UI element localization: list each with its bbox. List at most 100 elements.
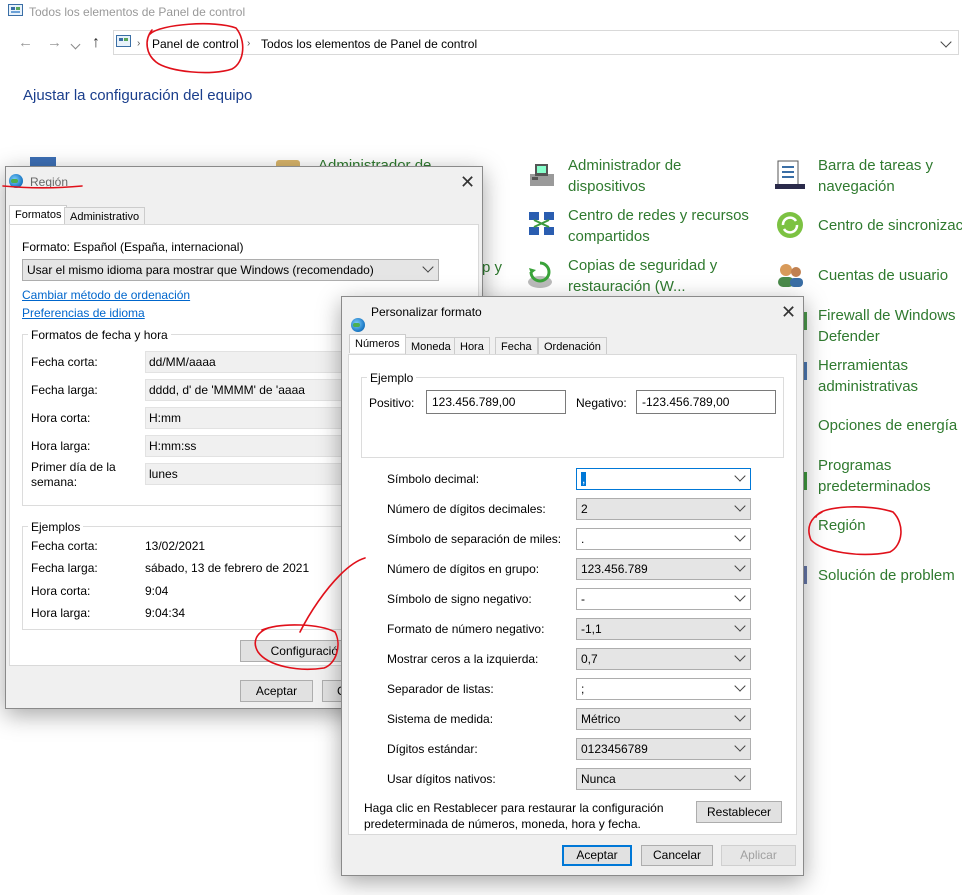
decimal-symbol-combo[interactable]: , — [576, 468, 751, 490]
label-line: Primer día de la — [31, 460, 116, 474]
sync-center-icon — [775, 210, 805, 240]
window-title: Todos los elementos de Panel de control — [29, 5, 246, 19]
control-panel-icon — [8, 4, 23, 17]
native-digits-select[interactable]: Nunca — [576, 768, 751, 790]
example-value: 9:04 — [145, 584, 169, 598]
short-time-select[interactable]: H:mm — [145, 407, 345, 429]
cp-item-label-line: Copias de seguridad y — [568, 257, 718, 274]
setting-label: Formato de número negativo: — [387, 622, 545, 636]
setting-label: Número de dígitos decimales: — [387, 502, 546, 516]
language-preferences-link[interactable]: Preferencias de idioma — [22, 306, 145, 320]
cp-item-backup-restore[interactable]: Copias de seguridad y restauración (W... — [568, 255, 717, 297]
cp-item-label-line: Administrador de — [568, 157, 682, 174]
short-date-select[interactable]: dd/MM/aaaa — [145, 351, 345, 373]
display-language-select[interactable]: Usar el mismo idioma para mostrar que Wi… — [22, 259, 439, 281]
cp-item-label-line: Herramientas — [818, 357, 909, 374]
back-arrow-icon[interactable]: ← — [18, 35, 33, 50]
tab-numbers[interactable]: Números — [349, 334, 406, 353]
cp-item-sync-center[interactable]: Centro de sincronizac — [818, 215, 962, 236]
address-bar[interactable] — [113, 30, 959, 55]
positive-example-field: 123.456.789,00 — [426, 390, 566, 414]
thousands-separator-combo[interactable]: . — [576, 528, 751, 550]
change-sort-method-link[interactable]: Cambiar método de ordenación — [22, 288, 190, 302]
cp-item-label-line: Firewall de Windows — [818, 307, 956, 324]
digit-grouping-select[interactable]: 123.456.789 — [576, 558, 751, 580]
additional-settings-button[interactable]: Configuració — [240, 640, 342, 662]
setting-label: Símbolo de separación de miles: — [387, 532, 562, 546]
up-arrow-icon[interactable]: ↑ — [92, 34, 100, 52]
setting-label: Símbolo de signo negativo: — [387, 592, 532, 606]
decimal-digits-select[interactable]: 2 — [576, 498, 751, 520]
combo-value: Nunca — [581, 772, 616, 786]
negative-example-field: -123.456.789,00 — [636, 390, 776, 414]
chevron-down-icon — [422, 261, 434, 273]
combo-value: - — [581, 592, 585, 606]
setting-label: Símbolo decimal: — [387, 472, 480, 486]
cancel-button[interactable]: Cancelar — [641, 845, 713, 866]
text-line: predeterminada de números, moneda, hora … — [364, 817, 641, 831]
cp-item-label-line: Defender — [818, 328, 880, 345]
combo-value: 2 — [581, 502, 588, 516]
cp-item-user-accounts[interactable]: Cuentas de usuario — [818, 265, 948, 286]
accept-button[interactable]: Aceptar — [562, 845, 632, 866]
standard-digits-select[interactable]: 0123456789 — [576, 738, 751, 760]
chevron-down-icon — [734, 680, 746, 692]
setting-label: Usar dígitos nativos: — [387, 772, 496, 786]
negative-format-select[interactable]: -1,1 — [576, 618, 751, 640]
measurement-system-select[interactable]: Métrico — [576, 708, 751, 730]
example-label: Fecha corta: — [31, 539, 98, 553]
setting-label: Separador de listas: — [387, 682, 494, 696]
forward-arrow-icon[interactable]: → — [47, 35, 62, 50]
cp-item-troubleshooting[interactable]: Solución de problem — [818, 565, 955, 586]
long-time-select[interactable]: H:mm:ss — [145, 435, 345, 457]
page-heading: Ajustar la configuración del equipo — [23, 87, 253, 104]
combo-value: Métrico — [581, 712, 621, 726]
chevron-down-icon — [734, 500, 746, 512]
taskbar-navigation-icon — [775, 160, 805, 190]
breadcrumb-separator-icon: › — [137, 38, 141, 49]
close-icon[interactable]: ✕ — [460, 173, 475, 191]
long-date-select[interactable]: dddd, d' de 'MMMM' de 'aaaa — [145, 379, 345, 401]
group-title: Formatos de fecha y hora — [28, 328, 171, 342]
cp-item-power-options[interactable]: Opciones de energía — [818, 415, 957, 436]
cp-item-admin-tools[interactable]: Herramientas administrativas — [818, 355, 918, 397]
network-center-icon — [527, 210, 557, 240]
accept-button[interactable]: Aceptar — [240, 680, 313, 702]
cp-item-default-programs[interactable]: Programas predeterminados — [818, 455, 931, 497]
apply-button[interactable]: Aplicar — [721, 845, 796, 866]
negative-sign-combo[interactable]: - — [576, 588, 751, 610]
list-separator-combo[interactable]: ; — [576, 678, 751, 700]
close-icon[interactable]: ✕ — [781, 303, 796, 321]
chevron-down-icon — [734, 740, 746, 752]
cp-item-firewall[interactable]: Firewall de Windows Defender — [818, 305, 956, 347]
combo-value: 0123456789 — [581, 742, 648, 756]
cp-item-label-line: Barra de tareas y — [818, 157, 934, 174]
chevron-down-icon — [734, 620, 746, 632]
first-day-select[interactable]: lunes — [145, 463, 345, 485]
cp-item-device-manager[interactable]: Administrador de dispositivos — [568, 155, 681, 197]
negative-label: Negativo: — [576, 396, 627, 410]
example-value: 13/02/2021 — [145, 539, 206, 553]
positive-label: Positivo: — [369, 396, 415, 410]
chevron-down-icon — [734, 530, 746, 542]
breadcrumb-all-items[interactable]: Todos los elementos de Panel de control — [261, 37, 477, 51]
chevron-down-icon — [734, 560, 746, 572]
combo-value: 0,7 — [581, 652, 598, 666]
cp-item-network-center[interactable]: Centro de redes y recursos compartidos — [568, 205, 749, 247]
cp-item-partial-fragment[interactable]: p y — [482, 257, 502, 278]
cp-item-label-line: administrativas — [818, 378, 919, 395]
recent-locations-chevron-icon[interactable] — [70, 39, 81, 50]
customize-dialog-title: Personalizar formato — [371, 305, 482, 319]
reset-button[interactable]: Restablecer — [696, 801, 782, 823]
address-control-panel-icon — [116, 35, 131, 51]
group-title: Ejemplos — [28, 520, 84, 534]
breadcrumb-control-panel[interactable]: Panel de control — [152, 37, 239, 51]
globe-icon — [351, 318, 365, 332]
leading-zeros-select[interactable]: 0,7 — [576, 648, 751, 670]
chevron-down-icon — [734, 650, 746, 662]
cp-item-region[interactable]: Región — [818, 515, 866, 536]
cp-item-label-line: navegación — [818, 178, 895, 195]
tab-formats[interactable]: Formatos — [9, 205, 68, 224]
cp-item-label-line: Programas — [818, 457, 892, 474]
cp-item-taskbar[interactable]: Barra de tareas y navegación — [818, 155, 933, 197]
